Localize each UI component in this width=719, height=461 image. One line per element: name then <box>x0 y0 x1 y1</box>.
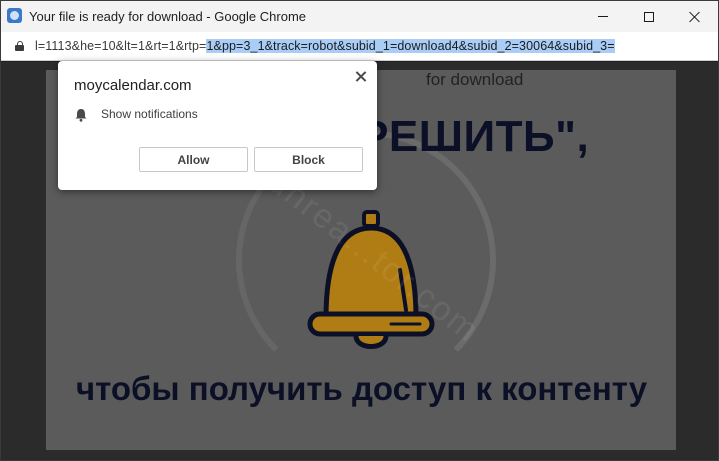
lock-icon[interactable] <box>15 41 24 51</box>
window-title: Your file is ready for download - Google… <box>29 9 306 24</box>
close-button[interactable] <box>672 1 718 32</box>
title-bar: Your file is ready for download - Google… <box>1 1 718 32</box>
app-icon <box>7 8 22 23</box>
notification-bell-icon <box>75 109 87 122</box>
popup-close-icon[interactable] <box>354 70 368 84</box>
close-icon <box>689 11 701 23</box>
url-text: l=1113&he=10&lt=1&rt=1&rtp= <box>35 39 207 53</box>
url-field[interactable]: l=1113&he=10&lt=1&rt=1&rtp=1&pp=3_1&trac… <box>35 39 615 53</box>
maximize-icon <box>644 11 654 22</box>
browser-window: Your file is ready for download - Google… <box>0 0 719 461</box>
url-selected-text: 1&pp=3_1&track=robot&subid_1=download4&s… <box>206 39 615 53</box>
maximize-button[interactable] <box>626 1 672 32</box>
faint-heading: for download <box>426 70 524 89</box>
block-button[interactable]: Block <box>254 147 363 172</box>
popup-domain: moycalendar.com <box>74 77 192 94</box>
notification-permission-popup: moycalendar.com Show notifications Allow… <box>58 61 377 190</box>
allow-button[interactable]: Allow <box>139 147 248 172</box>
call-to-action-text: чтобы получить доступ к контенту <box>76 370 648 407</box>
address-bar[interactable]: l=1113&he=10&lt=1&rt=1&rtp=1&pp=3_1&trac… <box>1 32 718 61</box>
minimize-button[interactable] <box>580 1 626 32</box>
minimize-icon <box>598 16 608 17</box>
permission-label: Show notifications <box>101 107 198 121</box>
